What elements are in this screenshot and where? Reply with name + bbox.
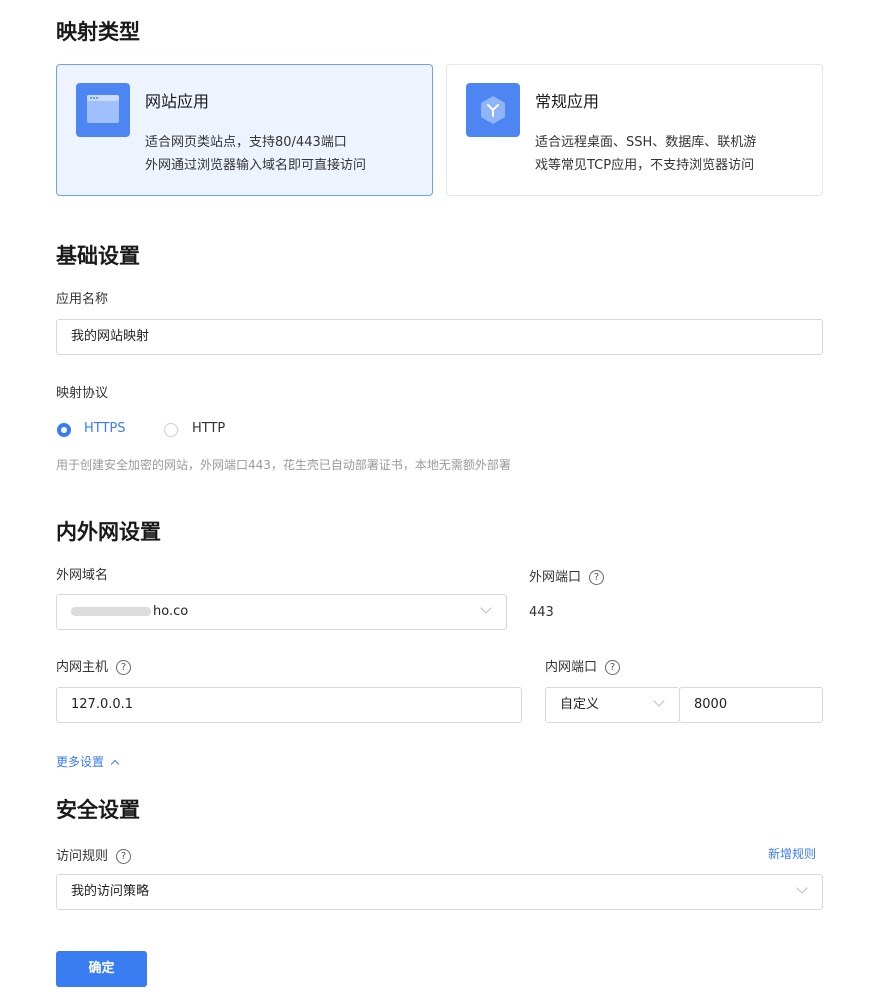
protocol-hint: 用于创建安全加密的网站，外网端口443，花生壳已自动部署证书，本地无需额外部署 [56, 458, 511, 472]
int-port-input[interactable]: 8000 [679, 687, 823, 723]
ext-port-label-wrap: 外网端口? [529, 566, 605, 585]
domain-label: 外网域名 [56, 568, 109, 583]
website-app-desc-line2: 外网通过浏览器输入域名即可直接访问 [145, 158, 367, 173]
more-settings-label: 更多设置 [56, 755, 105, 769]
general-app-desc-line1: 适合远程桌面、SSH、数据库、联机游 [535, 135, 757, 150]
rule-label: 访问规则 [56, 849, 109, 864]
more-settings-link[interactable]: 更多设置 [56, 753, 120, 770]
http-radio-label[interactable]: HTTP [192, 421, 225, 436]
general-app-desc-line2: 戏等常见TCP应用，不支持浏览器访问 [535, 158, 755, 173]
general-app-title: 常规应用 [535, 92, 600, 111]
https-radio[interactable] [57, 423, 71, 437]
host-input[interactable]: 127.0.0.1 [56, 687, 522, 723]
mapping-type-title: 映射类型 [56, 20, 140, 44]
http-radio[interactable] [164, 423, 178, 437]
domain-select[interactable]: ho.co [56, 594, 507, 630]
int-port-mode-value: 自定义 [560, 697, 600, 712]
website-app-desc: 适合网页类站点，支持80/443端口 外网通过浏览器输入域名即可直接访问 [145, 131, 366, 177]
website-app-title: 网站应用 [145, 92, 210, 111]
ext-port-label: 外网端口 [529, 570, 582, 585]
chevron-down-icon [480, 602, 492, 614]
chevron-up-icon [110, 759, 120, 769]
int-port-mode-select[interactable]: 自定义 [545, 687, 680, 723]
rule-label-wrap: 访问规则? [56, 845, 132, 864]
rule-value: 我的访问策略 [71, 884, 150, 899]
help-icon[interactable]: ? [589, 570, 605, 585]
host-label: 内网主机 [56, 660, 109, 675]
https-radio-label[interactable]: HTTPS [84, 421, 126, 436]
cube-app-icon [466, 83, 520, 137]
help-icon[interactable]: ? [116, 660, 132, 675]
add-rule-link[interactable]: 新增规则 [768, 845, 816, 862]
chevron-down-icon [796, 882, 808, 894]
general-app-desc: 适合远程桌面、SSH、数据库、联机游 戏等常见TCP应用，不支持浏览器访问 [535, 131, 756, 177]
rule-select[interactable]: 我的访问策略 [56, 874, 823, 910]
chevron-down-icon [653, 695, 665, 707]
int-port-label: 内网端口 [545, 660, 598, 675]
ext-port-value: 443 [529, 605, 554, 620]
int-port-label-wrap: 内网端口? [545, 656, 621, 675]
website-app-card[interactable]: 网站应用 适合网页类站点，支持80/443端口 外网通过浏览器输入域名即可直接访… [56, 64, 433, 196]
network-settings-title: 内外网设置 [56, 520, 161, 544]
help-icon[interactable]: ? [116, 849, 132, 864]
protocol-label: 映射协议 [56, 386, 109, 401]
website-app-desc-line1: 适合网页类站点，支持80/443端口 [145, 135, 347, 150]
domain-value: ho.co [153, 604, 189, 619]
confirm-button[interactable]: 确定 [56, 951, 147, 987]
app-name-label: 应用名称 [56, 292, 109, 307]
help-icon[interactable]: ? [605, 660, 621, 675]
host-label-wrap: 内网主机? [56, 656, 132, 675]
general-app-card[interactable]: 常规应用 适合远程桌面、SSH、数据库、联机游 戏等常见TCP应用，不支持浏览器… [446, 64, 823, 196]
app-name-input[interactable]: 我的网站映射 [56, 319, 823, 355]
basic-settings-title: 基础设置 [56, 244, 140, 268]
domain-blurred-prefix [71, 607, 151, 616]
security-settings-title: 安全设置 [56, 798, 140, 822]
browser-window-icon [76, 83, 130, 137]
